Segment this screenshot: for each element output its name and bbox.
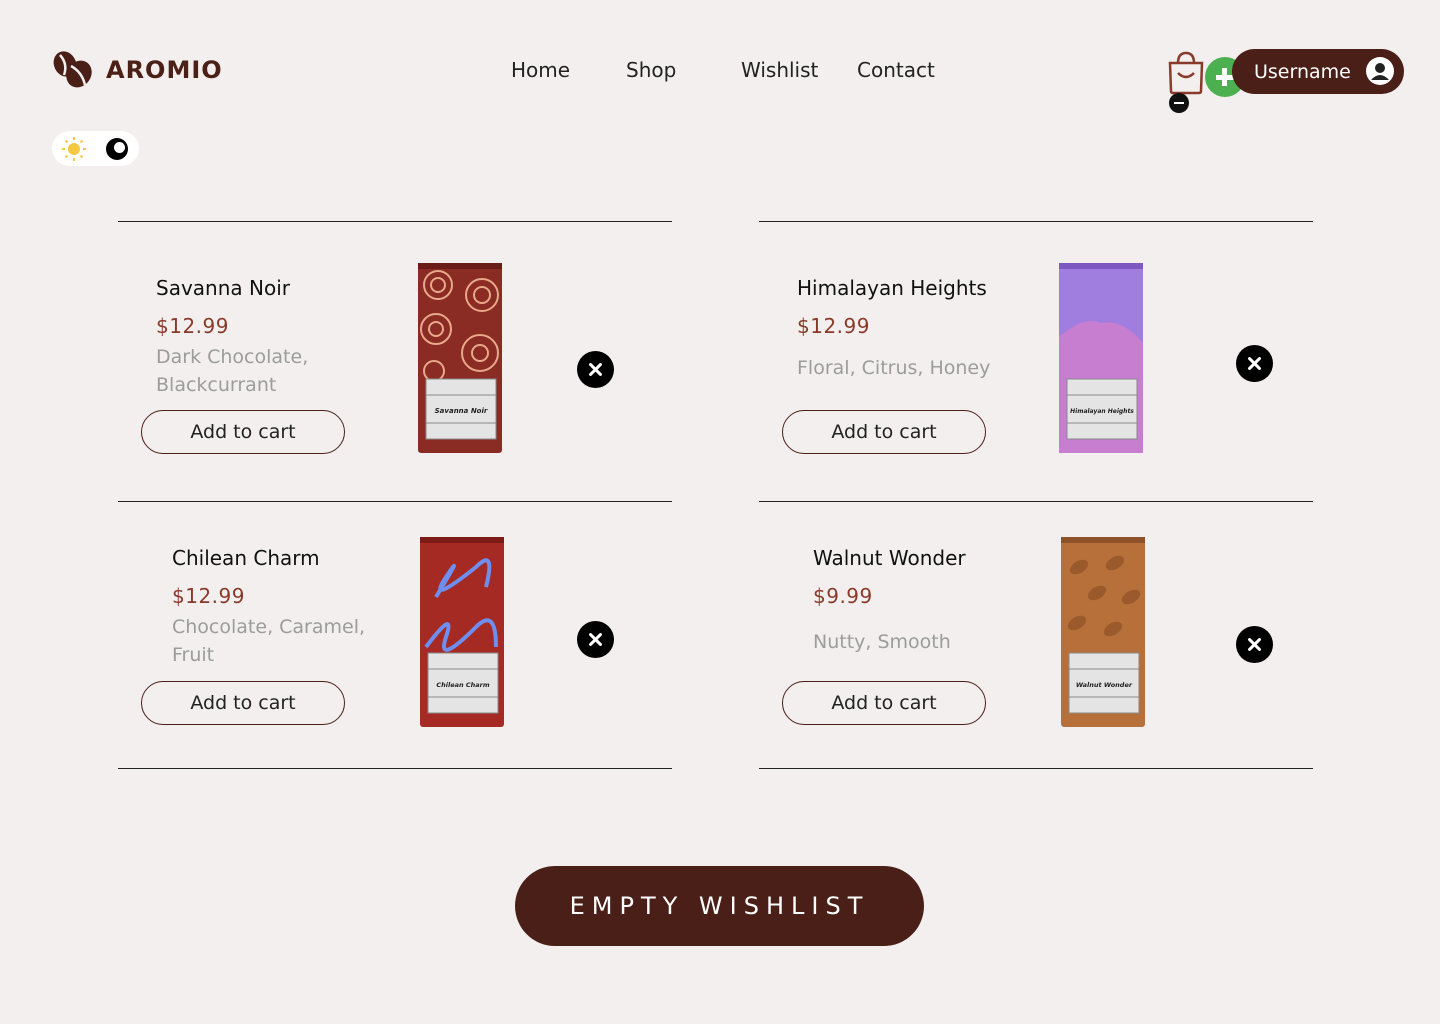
remove-item-close-icon[interactable] — [577, 621, 614, 658]
coffee-bag-image[interactable]: Himalayan Heights — [1055, 263, 1147, 453]
product-notes: Floral, Citrus, Honey — [797, 357, 991, 379]
bag-label: Chilean Charm — [436, 681, 490, 689]
remove-item-close-icon[interactable] — [1236, 626, 1273, 663]
user-avatar-icon — [1366, 57, 1394, 85]
nav-home[interactable]: Home — [511, 58, 570, 82]
nav-contact[interactable]: Contact — [857, 58, 935, 82]
add-to-cart-button[interactable]: Add to cart — [782, 681, 986, 725]
product-price: $12.99 — [797, 314, 870, 338]
wishlist-item: Walnut Wonder $9.99 Nutty, Smooth Add to… — [759, 502, 1313, 782]
sun-icon[interactable] — [62, 137, 86, 161]
wishlist-item: Chilean Charm $12.99 Chocolate, Caramel,… — [118, 502, 672, 782]
product-price: $9.99 — [813, 584, 873, 608]
product-notes: Chocolate, Caramel, Fruit — [172, 616, 366, 666]
empty-wishlist-button[interactable]: EMPTY WISHLIST — [515, 866, 924, 946]
product-name[interactable]: Savanna Noir — [156, 276, 290, 300]
cart-remove-minus-icon[interactable] — [1169, 93, 1189, 113]
add-to-cart-button[interactable]: Add to cart — [141, 681, 345, 725]
remove-item-close-icon[interactable] — [577, 351, 614, 388]
product-name[interactable]: Walnut Wonder — [813, 546, 966, 570]
remove-item-close-icon[interactable] — [1236, 345, 1273, 382]
product-name[interactable]: Himalayan Heights — [797, 276, 987, 300]
product-notes: Dark Chocolate, Blackcurrant — [156, 346, 309, 396]
shopping-bag-icon[interactable] — [1166, 51, 1206, 95]
wishlist-item: Savanna Noir $12.99 Dark Chocolate, Blac… — [118, 222, 672, 502]
bag-label: Savanna Noir — [435, 407, 488, 415]
add-to-cart-button[interactable]: Add to cart — [782, 410, 986, 454]
product-price: $12.99 — [156, 314, 229, 338]
product-name[interactable]: Chilean Charm — [172, 546, 320, 570]
nav-shop[interactable]: Shop — [626, 58, 676, 82]
coffee-bag-image[interactable]: Chilean Charm — [416, 537, 508, 727]
user-menu-button[interactable]: Username — [1232, 49, 1404, 94]
product-price: $12.99 — [172, 584, 245, 608]
moon-icon[interactable] — [106, 138, 128, 160]
wishlist-item: Himalayan Heights $12.99 Floral, Citrus,… — [759, 222, 1313, 502]
nav-wishlist[interactable]: Wishlist — [741, 58, 818, 82]
bag-label: Walnut Wonder — [1076, 681, 1133, 689]
coffee-bag-image[interactable]: Walnut Wonder — [1057, 537, 1149, 727]
bag-label: Himalayan Heights — [1070, 408, 1134, 415]
product-notes: Nutty, Smooth — [813, 631, 951, 653]
username-label: Username — [1254, 60, 1351, 83]
coffee-bag-image[interactable]: Savanna Noir — [414, 263, 506, 453]
add-to-cart-button[interactable]: Add to cart — [141, 410, 345, 454]
